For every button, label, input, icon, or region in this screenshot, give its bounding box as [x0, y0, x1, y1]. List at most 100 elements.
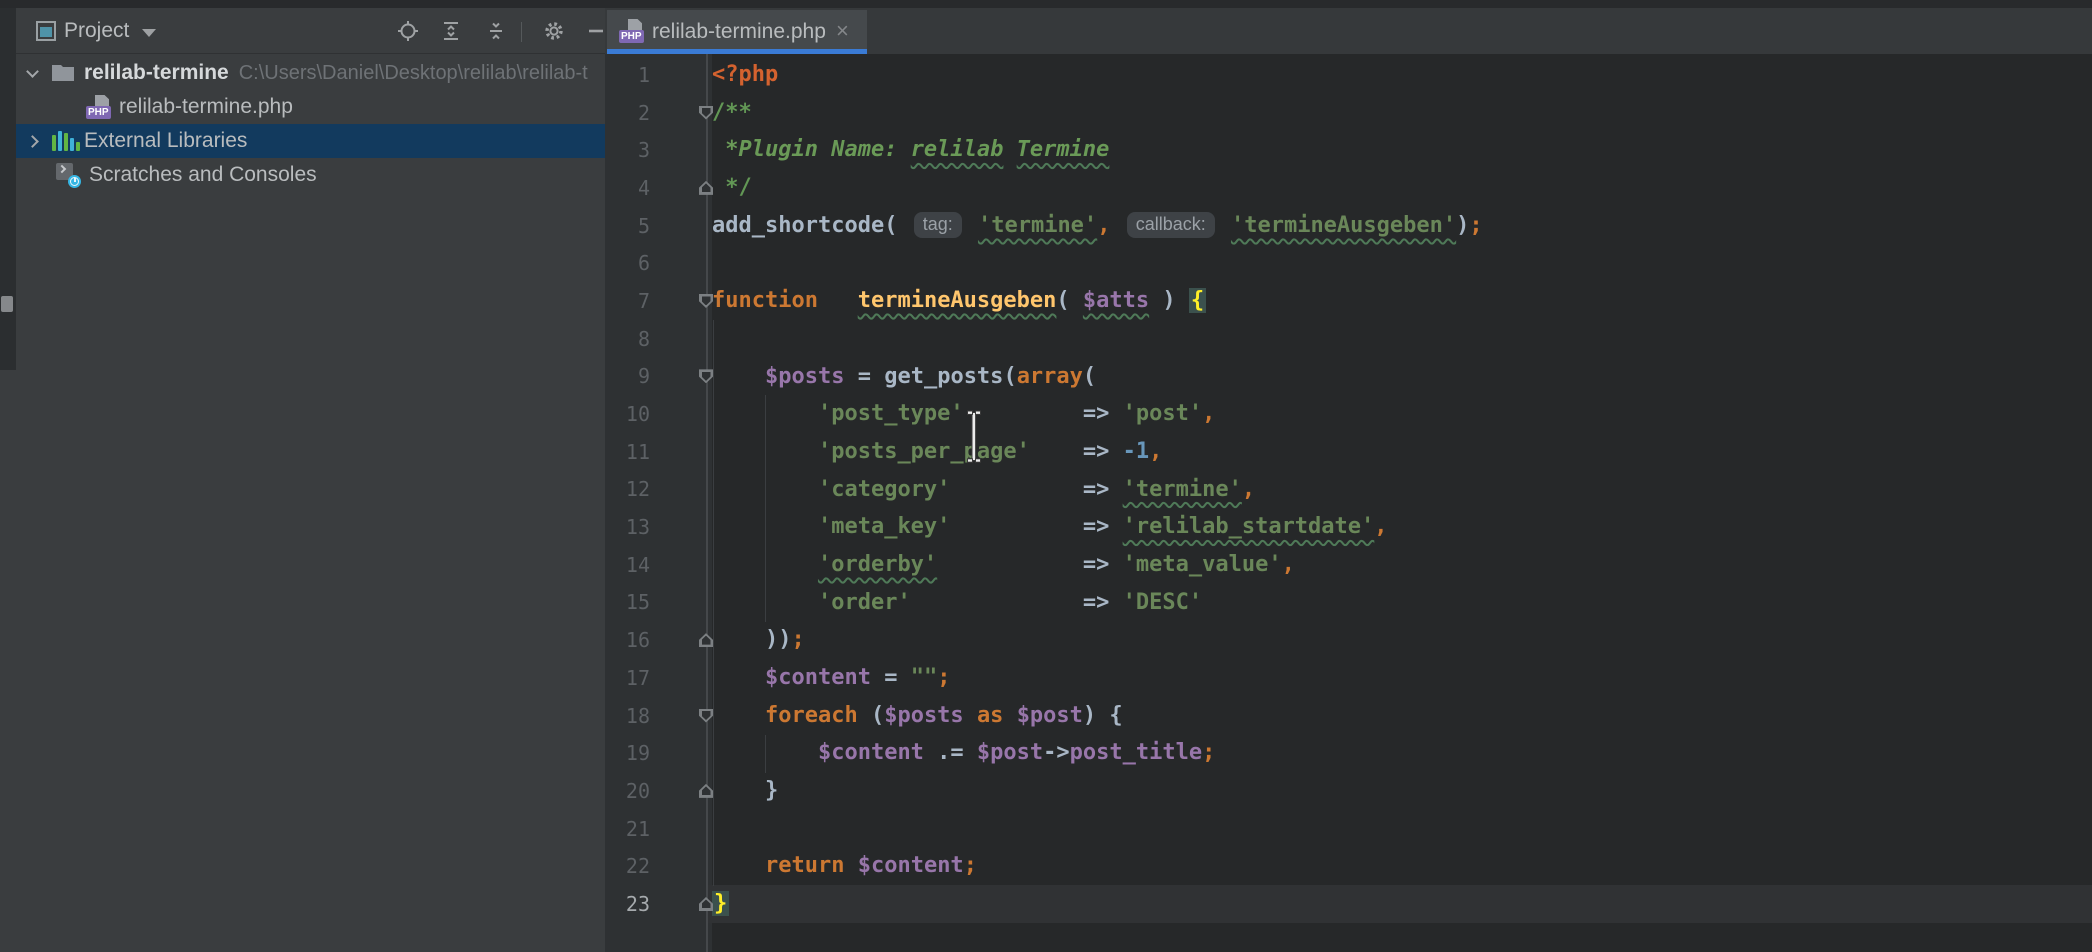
- gutter-cell: 8: [605, 320, 712, 358]
- line-number[interactable]: 14: [626, 553, 650, 577]
- editor-lines: 1 <?php 2 /** 3 *Plugin Name: relilab Termin…: [605, 56, 2092, 923]
- project-stripe-button[interactable]: Project: [0, 44, 1, 101]
- code-line[interactable]: }: [712, 772, 778, 810]
- code-line[interactable]: 'meta_key' => 'relilab_startdate',: [712, 508, 1388, 546]
- expand-all-icon[interactable]: [440, 20, 462, 42]
- stripe-bookmark-icon[interactable]: [1, 296, 13, 312]
- settings-gear-icon[interactable]: [543, 20, 565, 42]
- tab-close-icon[interactable]: ×: [836, 18, 849, 44]
- line-number[interactable]: 12: [626, 477, 650, 501]
- gutter-cell: 14: [605, 546, 712, 584]
- chevron-down-icon[interactable]: [142, 29, 156, 37]
- line-number[interactable]: 5: [638, 214, 650, 238]
- editor-line-19: 19 $content .= $post->post_title;: [605, 734, 2092, 772]
- line-number[interactable]: 18: [626, 704, 650, 728]
- line-number[interactable]: 13: [626, 515, 650, 539]
- code-line[interactable]: function termineAusgeben( $atts ) {: [712, 282, 1206, 320]
- folder-icon: [51, 61, 75, 85]
- scratches-icon: [56, 163, 80, 187]
- library-icon: [51, 129, 75, 153]
- gutter-cell: 13: [605, 508, 712, 546]
- gutter-cell: 1: [605, 56, 712, 94]
- fold-expand-icon[interactable]: [699, 897, 713, 911]
- fold-expand-icon[interactable]: [699, 181, 713, 195]
- hide-panel-icon[interactable]: [585, 20, 607, 42]
- line-number[interactable]: 11: [626, 440, 650, 464]
- editor-line-8: 8: [605, 320, 2092, 358]
- code-line[interactable]: $content = "";: [712, 659, 950, 697]
- line-number[interactable]: 2: [638, 101, 650, 125]
- code-line[interactable]: /**: [712, 94, 752, 132]
- gutter-cell: 3: [605, 131, 712, 169]
- code-line[interactable]: ));: [712, 621, 805, 659]
- line-number[interactable]: 7: [638, 289, 650, 313]
- line-number[interactable]: 8: [638, 327, 650, 351]
- tree-item-scratches[interactable]: Scratches and Consoles: [16, 158, 605, 192]
- line-number[interactable]: 21: [626, 817, 650, 841]
- gutter-cell: 10: [605, 395, 712, 433]
- chevron-right-icon[interactable]: [26, 135, 39, 148]
- code-line[interactable]: <?php: [712, 56, 778, 94]
- editor-line-10: 10 'post_type' => 'post',: [605, 395, 2092, 433]
- chevron-down-icon[interactable]: [26, 65, 39, 78]
- line-number[interactable]: 16: [626, 628, 650, 652]
- fold-collapse-icon[interactable]: [699, 106, 713, 120]
- editor-line-14: 14 'orderby' => 'meta_value',: [605, 546, 2092, 584]
- tree-item-project-root[interactable]: relilab-termineC:\Users\Daniel\Desktop\r…: [16, 56, 605, 90]
- code-line[interactable]: */: [712, 169, 752, 207]
- project-tree: relilab-termineC:\Users\Daniel\Desktop\r…: [16, 56, 605, 192]
- gutter-cell: 20: [605, 772, 712, 810]
- php-icon: PHP: [86, 95, 110, 119]
- code-line[interactable]: 'post_type' => 'post',: [712, 395, 1215, 433]
- code-line[interactable]: add_shortcode( tag: 'termine', callback:…: [712, 207, 1483, 245]
- code-line[interactable]: return $content;: [712, 847, 977, 885]
- editor-tab-bar: PHP relilab-termine.php ×: [605, 8, 2092, 54]
- inlay-hint: tag:: [914, 212, 962, 238]
- line-number[interactable]: 17: [626, 666, 650, 690]
- fold-collapse-icon[interactable]: [699, 294, 713, 308]
- editor-line-22: 22 return $content;: [605, 847, 2092, 885]
- editor-line-15: 15 'order' => 'DESC': [605, 584, 2092, 622]
- editor-line-16: 16 ));: [605, 621, 2092, 659]
- code-line[interactable]: $posts = get_posts(array(: [712, 358, 1096, 396]
- code-line[interactable]: 'category' => 'termine',: [712, 471, 1255, 509]
- line-number[interactable]: 20: [626, 779, 650, 803]
- select-opened-file-icon[interactable]: [397, 20, 419, 42]
- line-number[interactable]: 9: [638, 364, 650, 388]
- line-number[interactable]: 23: [626, 892, 650, 916]
- code-line[interactable]: 'order' => 'DESC': [712, 584, 1202, 622]
- tree-item-external-libraries[interactable]: External Libraries: [16, 124, 605, 158]
- code-editor[interactable]: 1 <?php 2 /** 3 *Plugin Name: relilab Termin…: [605, 54, 2092, 952]
- code-line[interactable]: foreach ($posts as $post) {: [712, 697, 1123, 735]
- code-line[interactable]: *Plugin Name: relilab Termine: [712, 131, 1109, 169]
- tree-label: relilab-termine: [84, 61, 229, 85]
- line-number[interactable]: 1: [638, 63, 650, 87]
- line-number[interactable]: 19: [626, 741, 650, 765]
- gutter-cell: 21: [605, 810, 712, 848]
- tab-title[interactable]: relilab-termine.php: [652, 20, 826, 44]
- code-line[interactable]: }: [712, 885, 729, 923]
- fold-expand-icon[interactable]: [699, 633, 713, 647]
- code-line[interactable]: 'orderby' => 'meta_value',: [712, 546, 1295, 584]
- panel-title[interactable]: Project: [64, 19, 129, 43]
- line-number[interactable]: 22: [626, 854, 650, 878]
- editor-line-12: 12 'category' => 'termine',: [605, 471, 2092, 509]
- editor-line-18: 18 foreach ($posts as $post) {: [605, 697, 2092, 735]
- tree-label: Scratches and Consoles: [89, 163, 317, 187]
- line-number[interactable]: 15: [626, 590, 650, 614]
- gutter-cell: 4: [605, 169, 712, 207]
- tab-relilab-termine-php[interactable]: PHP relilab-termine.php ×: [607, 10, 867, 54]
- line-number[interactable]: 4: [638, 176, 650, 200]
- line-number[interactable]: 6: [638, 251, 650, 275]
- fold-expand-icon[interactable]: [699, 784, 713, 798]
- code-line[interactable]: $content .= $post->post_title;: [712, 734, 1215, 772]
- collapse-all-icon[interactable]: [485, 20, 507, 42]
- code-line[interactable]: 'posts_per_page' => -1,: [712, 433, 1162, 471]
- fold-collapse-icon[interactable]: [699, 709, 713, 723]
- project-view-icon: [36, 21, 56, 41]
- inlay-hint: callback:: [1127, 212, 1215, 238]
- line-number[interactable]: 3: [638, 138, 650, 162]
- tree-item-php-file[interactable]: PHPrelilab-termine.php: [16, 90, 605, 124]
- fold-collapse-icon[interactable]: [699, 369, 713, 383]
- line-number[interactable]: 10: [626, 402, 650, 426]
